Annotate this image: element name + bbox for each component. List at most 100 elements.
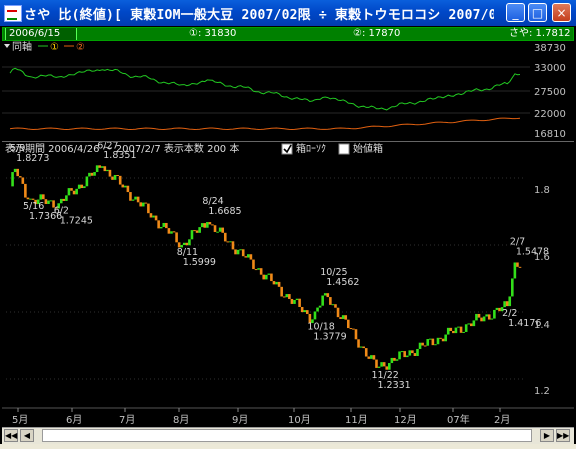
candle xyxy=(100,166,104,168)
candle xyxy=(190,230,194,240)
candle xyxy=(213,225,217,232)
candle xyxy=(167,228,171,234)
candle xyxy=(477,313,481,318)
candle xyxy=(226,241,230,243)
candle xyxy=(206,222,209,228)
chart-app-icon[interactable] xyxy=(4,5,22,22)
candle xyxy=(72,190,76,195)
candle xyxy=(244,256,248,258)
candle xyxy=(490,318,494,320)
x-tick-label: 12月 xyxy=(394,414,417,426)
title-bar[interactable]: さや 比(終値)[ 東穀IOM一般大豆 2007/02限 ÷ 東穀トウモロコシ … xyxy=(0,0,576,26)
candle xyxy=(211,224,214,226)
candle xyxy=(44,199,48,204)
candle xyxy=(236,249,240,255)
minimize-button[interactable]: _ xyxy=(506,3,525,22)
candle xyxy=(259,268,263,275)
candle xyxy=(505,301,509,307)
maximize-button[interactable]: □ xyxy=(528,3,547,22)
candle xyxy=(493,309,496,319)
candle xyxy=(336,307,340,318)
candle xyxy=(152,215,155,218)
candle xyxy=(262,274,266,280)
candle xyxy=(18,176,22,178)
candle xyxy=(42,194,45,200)
candle xyxy=(111,176,114,180)
candle xyxy=(188,239,191,246)
candle xyxy=(95,165,99,173)
candle xyxy=(426,339,430,346)
candle xyxy=(88,172,91,177)
candle xyxy=(193,230,196,232)
x-tick-label: 6月 xyxy=(66,414,82,426)
x-tick-label: 2月 xyxy=(494,414,510,426)
candle xyxy=(503,301,506,308)
series-2-line xyxy=(9,117,521,131)
scroll-right-button[interactable]: ▶ xyxy=(540,429,554,442)
candle xyxy=(372,355,376,360)
candle xyxy=(439,337,442,339)
candle xyxy=(377,366,381,368)
open-box-checkbox[interactable] xyxy=(338,143,350,155)
legend-toggle-icon[interactable] xyxy=(4,44,10,48)
candle xyxy=(108,169,112,177)
candle xyxy=(11,172,14,187)
candle xyxy=(249,254,253,260)
candle xyxy=(282,296,286,298)
candle xyxy=(134,196,137,200)
candle xyxy=(462,331,465,333)
candle xyxy=(295,298,299,301)
candle xyxy=(298,298,301,307)
candle xyxy=(390,357,394,364)
scrollbar-thumb[interactable] xyxy=(42,429,532,442)
candle xyxy=(498,307,501,312)
candle xyxy=(93,172,96,176)
candle xyxy=(318,305,322,308)
candle xyxy=(457,326,460,328)
candle xyxy=(482,316,486,322)
annotation-value: 1.7245 xyxy=(60,215,93,226)
x-tick-label: 11月 xyxy=(345,414,368,426)
annotation-value: 1.8351 xyxy=(103,150,136,161)
candle xyxy=(431,338,435,346)
candle xyxy=(172,231,176,233)
candle xyxy=(62,198,66,201)
annotation-value: 1.6685 xyxy=(208,206,241,217)
candle xyxy=(103,166,107,172)
x-tick-label: 9月 xyxy=(232,414,248,426)
close-button[interactable]: × xyxy=(552,3,571,22)
candle xyxy=(170,231,173,234)
spread-readout: さや: 1.7812 xyxy=(509,28,571,39)
candle xyxy=(24,183,27,198)
top-y-tick: 27500 xyxy=(534,87,566,98)
candle xyxy=(516,262,519,267)
candle xyxy=(275,281,278,285)
price-panel[interactable]: 同軸 ① ② 38730 33000 27500 22000 16810 xyxy=(2,40,574,142)
scroll-first-button[interactable]: ◀◀ xyxy=(4,429,18,442)
candle xyxy=(70,188,73,191)
value-2-readout: ②: 17870 xyxy=(353,28,401,39)
candle xyxy=(231,241,235,250)
spread-panel[interactable]: 表示期間 2006/4/26 〜 2007/2/7 表示本数 200 本 箱ﾛｰ… xyxy=(2,140,574,427)
horizontal-scrollbar[interactable]: ◀◀ ◀ ▶ ▶▶ xyxy=(2,427,574,444)
scroll-left-button[interactable]: ◀ xyxy=(20,429,34,442)
annotation-value: 1.3779 xyxy=(313,331,346,342)
candle xyxy=(267,273,271,275)
candle xyxy=(272,281,276,285)
top-y-tick: 38730 xyxy=(534,43,566,54)
candle xyxy=(154,215,158,221)
candle xyxy=(277,281,281,287)
candle xyxy=(106,169,109,172)
candle xyxy=(288,294,291,299)
scroll-last-button[interactable]: ▶▶ xyxy=(556,429,570,442)
candle xyxy=(285,294,289,298)
series-1-line xyxy=(9,67,521,111)
candle xyxy=(136,196,140,203)
candle xyxy=(113,175,117,180)
candle xyxy=(31,198,35,200)
candle xyxy=(321,295,324,306)
x-tick-label: 7月 xyxy=(119,414,135,426)
candle xyxy=(157,220,160,229)
candle xyxy=(149,213,153,218)
candle xyxy=(382,362,386,367)
